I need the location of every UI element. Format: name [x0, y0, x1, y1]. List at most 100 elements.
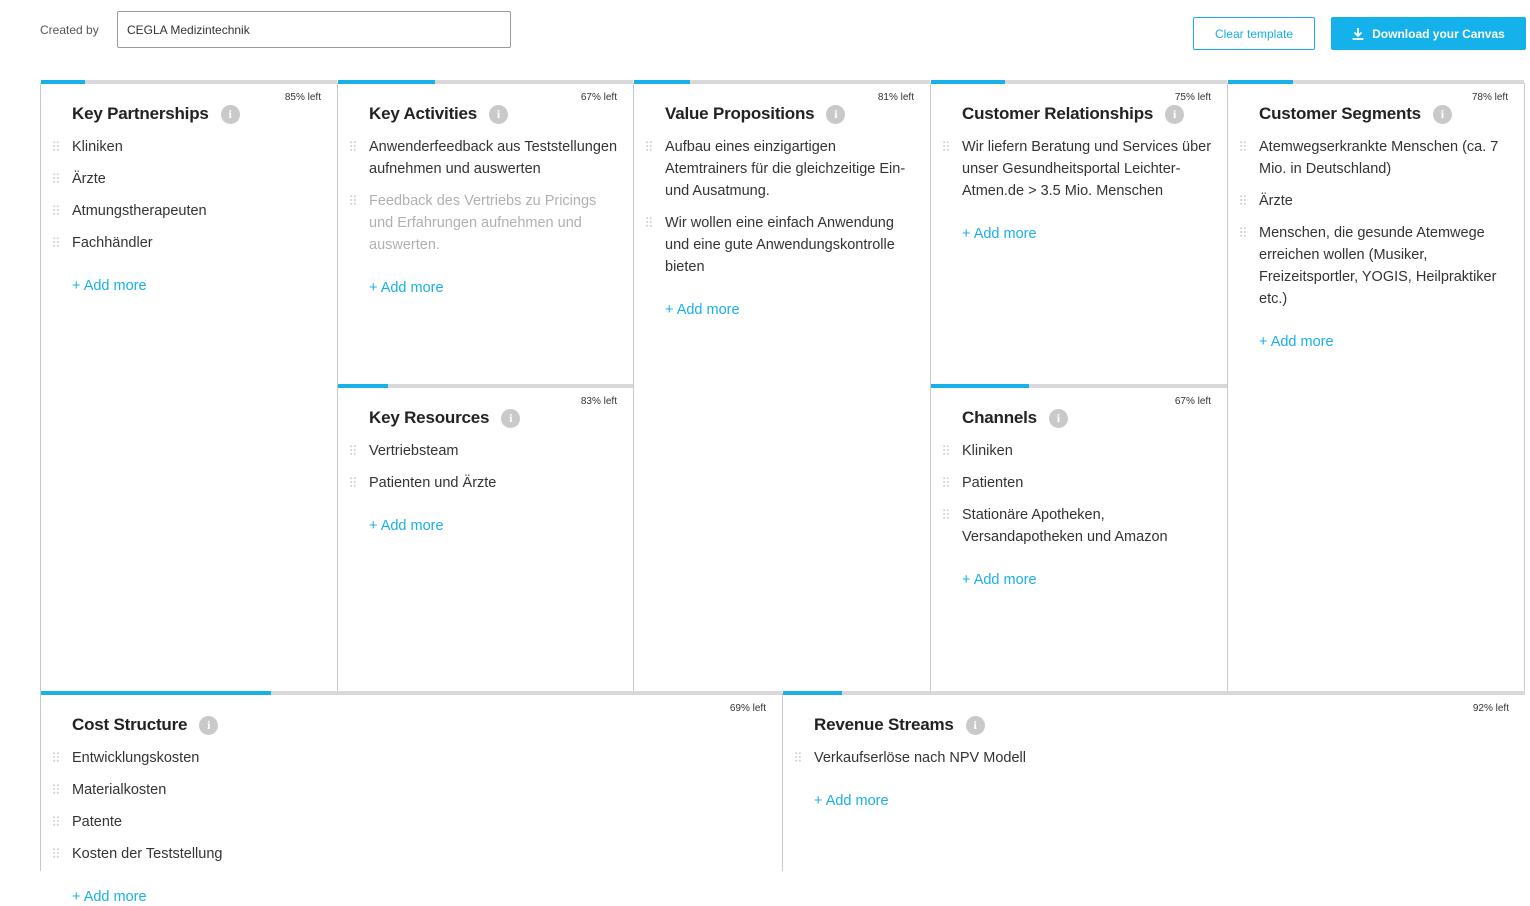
- list-item[interactable]: Patienten und Ärzte: [350, 472, 621, 494]
- list-item-text[interactable]: Patente: [72, 811, 122, 833]
- add-more-link[interactable]: + Add more: [72, 278, 147, 294]
- list-item-text[interactable]: Menschen, die gesunde Atemwege erreichen…: [1259, 222, 1512, 310]
- drag-handle-icon[interactable]: [1240, 222, 1259, 237]
- list-item[interactable]: Kliniken: [943, 440, 1215, 462]
- list-item-text[interactable]: Kosten der Teststellung: [72, 843, 222, 865]
- block-key-activities[interactable]: 67% left Key Activities i Anwenderfeedback …: [338, 80, 633, 384]
- drag-handle-icon[interactable]: [53, 136, 72, 151]
- add-more-link[interactable]: + Add more: [962, 572, 1037, 588]
- info-icon[interactable]: i: [501, 408, 521, 428]
- info-icon[interactable]: i: [1165, 104, 1185, 124]
- list-item-text[interactable]: Ärzte: [1259, 190, 1293, 212]
- list-item[interactable]: Kosten der Teststellung: [53, 843, 770, 865]
- drag-handle-icon[interactable]: [943, 136, 962, 151]
- block-key-resources[interactable]: 83% left Key Resources i Vertriebsteam Patie…: [338, 384, 633, 692]
- key-activities-title: Key Activities: [369, 104, 478, 123]
- list-item-text[interactable]: Wir wollen eine einfach Anwendung und ei…: [665, 212, 918, 278]
- drag-handle-icon[interactable]: [350, 440, 369, 455]
- drag-handle-icon[interactable]: [53, 232, 72, 247]
- add-more-link[interactable]: + Add more: [1259, 334, 1334, 350]
- list-item-text[interactable]: Ärzte: [72, 168, 106, 190]
- list-item[interactable]: Wir wollen eine einfach Anwendung und ei…: [646, 212, 918, 278]
- add-more-link[interactable]: + Add more: [369, 280, 444, 296]
- drag-handle-icon[interactable]: [53, 779, 72, 794]
- drag-handle-icon[interactable]: [53, 200, 72, 215]
- list-item-text[interactable]: Materialkosten: [72, 779, 166, 801]
- drag-handle-icon[interactable]: [350, 136, 369, 151]
- list-item[interactable]: Wir liefern Beratung und Services über u…: [943, 136, 1215, 202]
- add-more-link[interactable]: + Add more: [962, 226, 1037, 242]
- list-item-text[interactable]: Kliniken: [962, 440, 1013, 462]
- list-item-text[interactable]: Vertriebsteam: [369, 440, 458, 462]
- list-item[interactable]: Ärzte: [1240, 190, 1512, 212]
- list-item-text[interactable]: Feedback des Vertriebs zu Pricings und E…: [369, 190, 621, 256]
- add-more-link[interactable]: + Add more: [369, 518, 444, 534]
- list-item-text[interactable]: Kliniken: [72, 136, 123, 158]
- drag-handle-icon[interactable]: [350, 472, 369, 487]
- customer-relationships-progress-track: [931, 80, 1227, 84]
- list-item[interactable]: Atmungstherapeuten: [53, 200, 325, 222]
- info-icon[interactable]: i: [220, 104, 240, 124]
- list-item-text[interactable]: Fachhändler: [72, 232, 153, 254]
- list-item[interactable]: Ärzte: [53, 168, 325, 190]
- list-item[interactable]: Vertriebsteam: [350, 440, 621, 462]
- key-resources-title: Key Resources: [369, 408, 490, 427]
- drag-handle-icon[interactable]: [53, 168, 72, 183]
- drag-handle-icon[interactable]: [53, 747, 72, 762]
- drag-handle-icon[interactable]: [646, 212, 665, 227]
- list-item-text[interactable]: Entwicklungskosten: [72, 747, 199, 769]
- list-item[interactable]: Verkaufserlöse nach NPV Modell: [795, 747, 1513, 769]
- drag-handle-icon[interactable]: [53, 843, 72, 858]
- block-value-propositions[interactable]: 81% left Value Propositions i Aufbau eines …: [634, 80, 930, 692]
- add-more-link[interactable]: + Add more: [665, 302, 740, 318]
- list-item-text[interactable]: Patienten: [962, 472, 1023, 494]
- list-item[interactable]: Anwenderfeedback aus Teststellungen aufn…: [350, 136, 621, 180]
- list-item[interactable]: Kliniken: [53, 136, 325, 158]
- list-item-text[interactable]: Wir liefern Beratung und Services über u…: [962, 136, 1215, 202]
- add-more-link[interactable]: + Add more: [72, 889, 147, 905]
- info-icon[interactable]: i: [199, 715, 219, 735]
- list-item[interactable]: Materialkosten: [53, 779, 770, 801]
- block-key-partnerships[interactable]: 85% left Key Partnerships i Kliniken Ärzte At…: [41, 80, 337, 692]
- list-item-text[interactable]: Atmungstherapeuten: [72, 200, 207, 222]
- list-item-text[interactable]: Anwenderfeedback aus Teststellungen aufn…: [369, 136, 621, 180]
- list-item[interactable]: Fachhändler: [53, 232, 325, 254]
- drag-handle-icon[interactable]: [350, 190, 369, 205]
- list-item-text[interactable]: Atemwegserkrankte Menschen (ca. 7 Mio. i…: [1259, 136, 1512, 180]
- drag-handle-icon[interactable]: [1240, 190, 1259, 205]
- list-item[interactable]: Aufbau eines einzigartigen Atemtrainers …: [646, 136, 918, 202]
- list-item[interactable]: Patienten: [943, 472, 1215, 494]
- drag-handle-icon[interactable]: [795, 747, 814, 762]
- drag-handle-icon[interactable]: [1240, 136, 1259, 151]
- info-icon[interactable]: i: [826, 104, 846, 124]
- list-item[interactable]: Patente: [53, 811, 770, 833]
- list-item-text[interactable]: Patienten und Ärzte: [369, 472, 496, 494]
- info-icon[interactable]: i: [1432, 104, 1452, 124]
- list-item[interactable]: Entwicklungskosten: [53, 747, 770, 769]
- drag-handle-icon[interactable]: [943, 440, 962, 455]
- info-icon[interactable]: i: [1048, 408, 1068, 428]
- block-revenue-streams[interactable]: 92% left Revenue Streams i Verkaufserlöse n…: [783, 691, 1525, 871]
- block-channels[interactable]: 67% left Channels i Kliniken Patienten Statio…: [931, 384, 1227, 692]
- list-item-text[interactable]: Aufbau eines einzigartigen Atemtrainers …: [665, 136, 918, 202]
- list-item-text[interactable]: Stationäre Apotheken, Versandapotheken u…: [962, 504, 1215, 548]
- block-cost-structure[interactable]: 69% left Cost Structure i Entwicklungskoste…: [41, 691, 782, 905]
- created-by-input[interactable]: [117, 11, 511, 48]
- drag-handle-icon[interactable]: [646, 136, 665, 151]
- list-item[interactable]: Stationäre Apotheken, Versandapotheken u…: [943, 504, 1215, 548]
- info-icon[interactable]: i: [965, 715, 985, 735]
- download-canvas-button[interactable]: Download your Canvas: [1331, 17, 1526, 50]
- list-item[interactable]: Atemwegserkrankte Menschen (ca. 7 Mio. i…: [1240, 136, 1512, 180]
- block-customer-relationships[interactable]: 75% left Customer Relationships i Wir liefe…: [931, 80, 1227, 384]
- drag-handle-icon[interactable]: [943, 472, 962, 487]
- list-item-text[interactable]: Verkaufserlöse nach NPV Modell: [814, 747, 1026, 769]
- clear-template-button[interactable]: Clear template: [1193, 17, 1315, 50]
- block-customer-segments[interactable]: 78% left Customer Segments i Atemwegserkran…: [1228, 80, 1524, 692]
- drag-handle-icon[interactable]: [53, 811, 72, 826]
- add-more-link[interactable]: + Add more: [814, 793, 889, 809]
- drag-handle-icon[interactable]: [943, 504, 962, 519]
- list-item[interactable]: Menschen, die gesunde Atemwege erreichen…: [1240, 222, 1512, 310]
- channels-title: Channels: [962, 408, 1037, 427]
- info-icon[interactable]: i: [489, 104, 509, 124]
- list-item[interactable]: Feedback des Vertriebs zu Pricings und E…: [350, 190, 621, 256]
